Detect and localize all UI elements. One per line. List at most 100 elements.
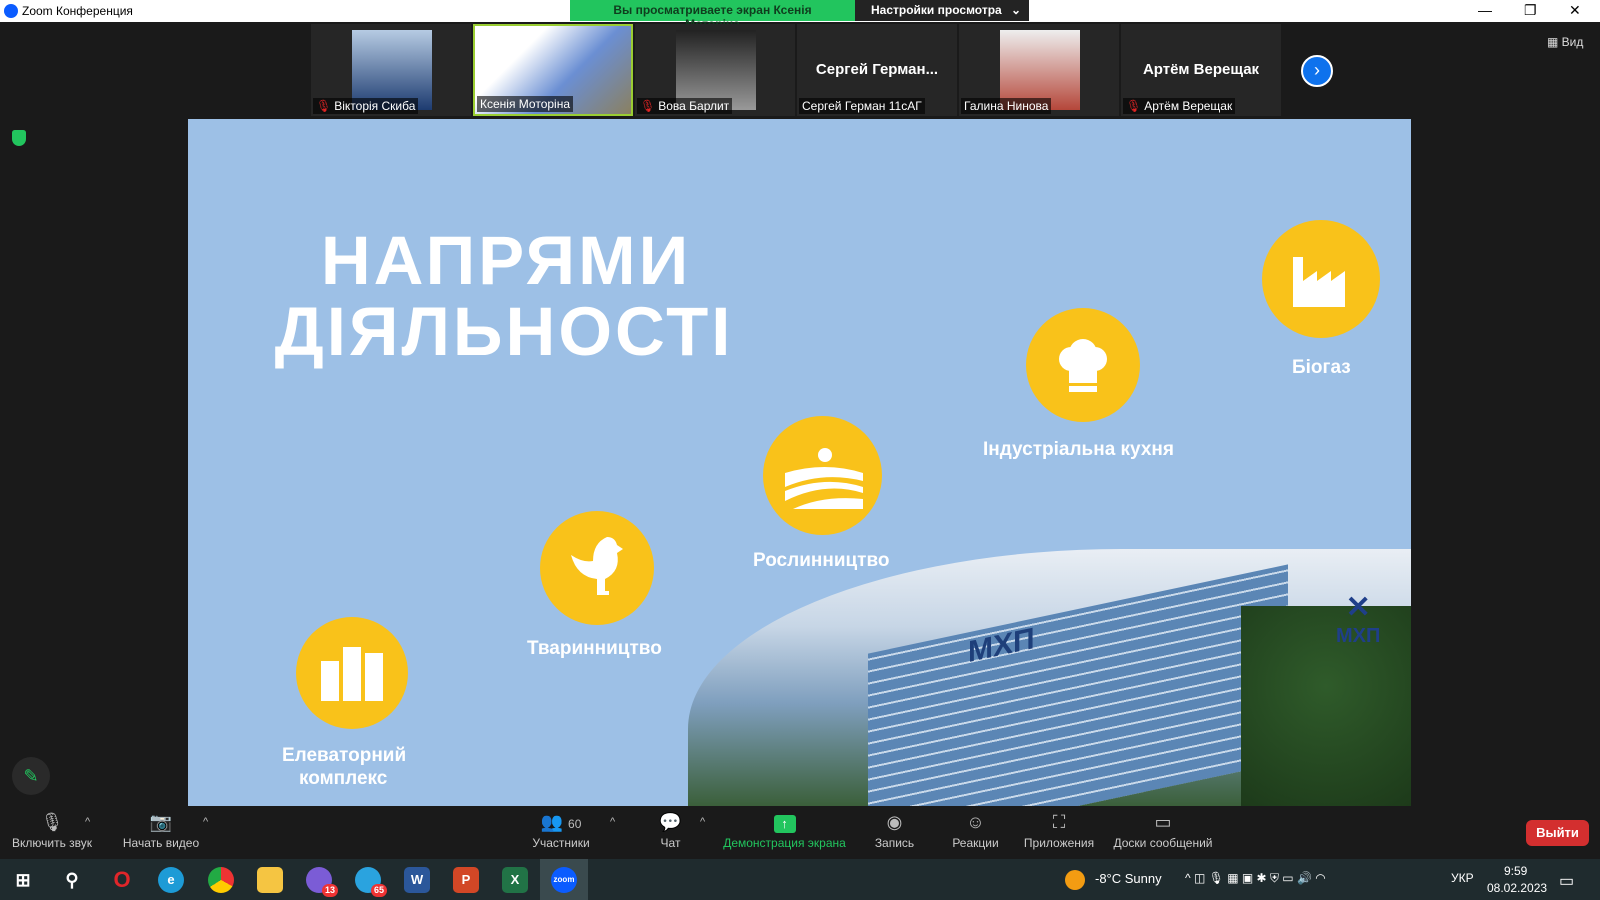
windows-taskbar: ⊞ ⚲ O e 13 65 W P X zoom -8°C Sunny ^ ◫ … [0,859,1600,900]
weather-sun-icon [1065,870,1085,890]
telegram-icon[interactable]: 65 [355,867,387,897]
notifications-icon[interactable]: ▭ [1559,871,1574,891]
participant-name: Ксенія Моторіна [480,97,571,111]
view-options-label: Настройки просмотра [871,3,1002,17]
whiteboards-button[interactable]: ▭ Доски сообщений [1110,812,1216,850]
field-icon [763,416,882,535]
view-label: Вид [1561,35,1584,49]
language-indicator[interactable]: УКР [1451,871,1474,885]
restore-button[interactable]: ❐ [1524,2,1537,19]
participants-button[interactable]: 👥 60 Участники [528,812,594,850]
record-label: Запись [874,836,915,850]
participant-tile[interactable]: 🎙 Вікторія Скиба [311,24,471,116]
windows-start-icon[interactable]: ⊞ [10,867,36,893]
word-icon[interactable]: W [404,867,430,893]
unmute-button[interactable]: 🎙 Включить звук [8,812,96,850]
excel-icon[interactable]: X [502,867,528,893]
zoom-taskbar-active[interactable]: zoom [540,859,588,900]
apps-button[interactable]: ⛶ Приложения [1021,812,1097,850]
shared-slide: НАПРЯМИ ДІЯЛЬНОСТІ МХП ✕ МХП Біогаз Індус… [188,119,1411,806]
video-options-caret[interactable]: ^ [203,816,208,828]
chat-icon: 💬 [659,812,682,832]
share-screen-icon: ↑ [773,815,796,833]
next-page-button[interactable]: › [1301,55,1333,87]
participant-tile[interactable]: Галина Нинова [959,24,1119,116]
viewing-screen-label: Вы просматриваете экран Ксенія Моторіна [570,0,855,31]
viber-icon[interactable]: 13 [306,867,338,897]
share-screen-label: Демонстрация экрана [723,836,846,850]
item-industrial-kitchen: Індустріальна кухня [983,439,1174,460]
whiteboard-icon: ▭ [1154,812,1172,832]
share-screen-button[interactable]: ↑ Демонстрация экрана [720,812,849,850]
start-video-button[interactable]: 📷 Начать видео [120,812,202,850]
mhp-logo: ✕ МХП [1336,590,1380,648]
share-banner: Вы просматриваете экран Ксенія Моторіна … [570,0,1029,31]
zoom-app-icon: zoom [551,867,577,893]
chevron-down-icon: ⌄ [1010,3,1021,17]
start-video-label: Начать видео [122,836,200,850]
whiteboards-label: Доски сообщений [1113,836,1213,850]
mhp-building-photo: МХП [688,549,1411,806]
participant-tile[interactable]: Ксенія Моторіна [473,24,633,116]
item-elevator-line1: Елеваторний [282,745,407,766]
grain-elevator-icon [296,617,408,729]
participant-name: Артём Верещак [1144,99,1233,113]
participants-label: Участники [532,836,590,850]
edge-icon[interactable]: e [158,867,184,893]
clock-time[interactable]: 9:59 [1504,864,1527,878]
powerpoint-icon[interactable]: P [453,867,479,893]
unmute-label: Включить звук [11,836,93,850]
participant-tile[interactable]: Сергей Герман... Сергей Герман 11сАГ [797,24,957,116]
record-icon: ◉ [886,812,903,832]
reactions-label: Реакции [952,836,999,850]
leave-button[interactable]: Выйти [1526,820,1589,846]
mic-muted-icon: 🎙 [316,99,332,113]
tray-icons[interactable]: ^ ◫ 🎙 ▦ ▣ ✱ ⛨ ▭ 🔊 ◠ [1185,871,1326,886]
video-off-icon: 📷 [149,812,173,832]
item-biogas: Біогаз [1292,357,1351,378]
meeting-toolbar: 🎙 Включить звук ^ 📷 Начать видео ^ 👥 60 Уча… [0,808,1600,856]
item-crop-production: Рослинництво [753,550,890,571]
minimize-button[interactable]: — [1478,2,1492,18]
participants-icon: 👥 [540,812,564,832]
chat-button[interactable]: 💬 Чат [653,812,688,850]
item-elevator-line2: комплекс [299,768,388,789]
opera-icon[interactable]: O [109,867,135,893]
participant-name: Галина Нинова [964,99,1049,113]
reactions-button[interactable]: ☺ Реакции [949,812,1002,850]
participant-tile[interactable]: 🎙 Вова Барлит [635,24,795,116]
file-explorer-icon[interactable] [257,867,283,893]
participants-options-caret[interactable]: ^ [610,816,615,828]
record-button[interactable]: ◉ Запись [872,812,917,850]
reactions-icon: ☺ [966,812,985,832]
view-button[interactable]: ▦ Вид [1547,35,1583,49]
factory-icon [1262,220,1380,338]
audio-options-caret[interactable]: ^ [85,816,90,828]
participant-name: Вікторія Скиба [334,99,416,113]
participant-display-name: Артём Верещак [1142,61,1260,78]
participant-name: Сергей Герман 11сАГ [802,99,922,113]
search-icon[interactable]: ⚲ [59,867,85,893]
chrome-icon[interactable] [208,867,234,893]
security-shield-icon[interactable] [12,130,26,146]
apps-label: Приложения [1023,836,1095,850]
close-button[interactable]: ✕ [1569,2,1581,19]
participant-name: Вова Барлит [658,99,730,113]
participant-strip: 🎙 Вікторія Скиба Ксенія Моторіна 🎙 Вова Ба… [311,24,1281,116]
viber-badge: 13 [321,884,338,897]
clock-date[interactable]: 08.02.2023 [1487,881,1547,895]
weather-text[interactable]: -8°C Sunny [1095,871,1162,886]
annotate-pencil-icon[interactable]: ✎ [12,757,50,795]
participant-tile[interactable]: Артём Верещак 🎙 Артём Верещак [1121,24,1281,116]
mic-off-icon: 🎙 [40,812,64,832]
chat-options-caret[interactable]: ^ [700,816,705,828]
mic-muted-icon: 🎙 [640,99,656,113]
windmill-icon: ✕ [1345,591,1371,624]
slide-title-line2: ДІЯЛЬНОСТІ [274,293,734,370]
item-livestock: Тваринництво [527,638,662,659]
logo-text: МХП [1336,625,1381,647]
rooster-icon [540,511,654,625]
mic-muted-icon: 🎙 [1126,99,1142,113]
view-options-button[interactable]: Настройки просмотра ⌄ [855,0,1029,21]
window-title: Zoom Конференция [22,4,133,18]
